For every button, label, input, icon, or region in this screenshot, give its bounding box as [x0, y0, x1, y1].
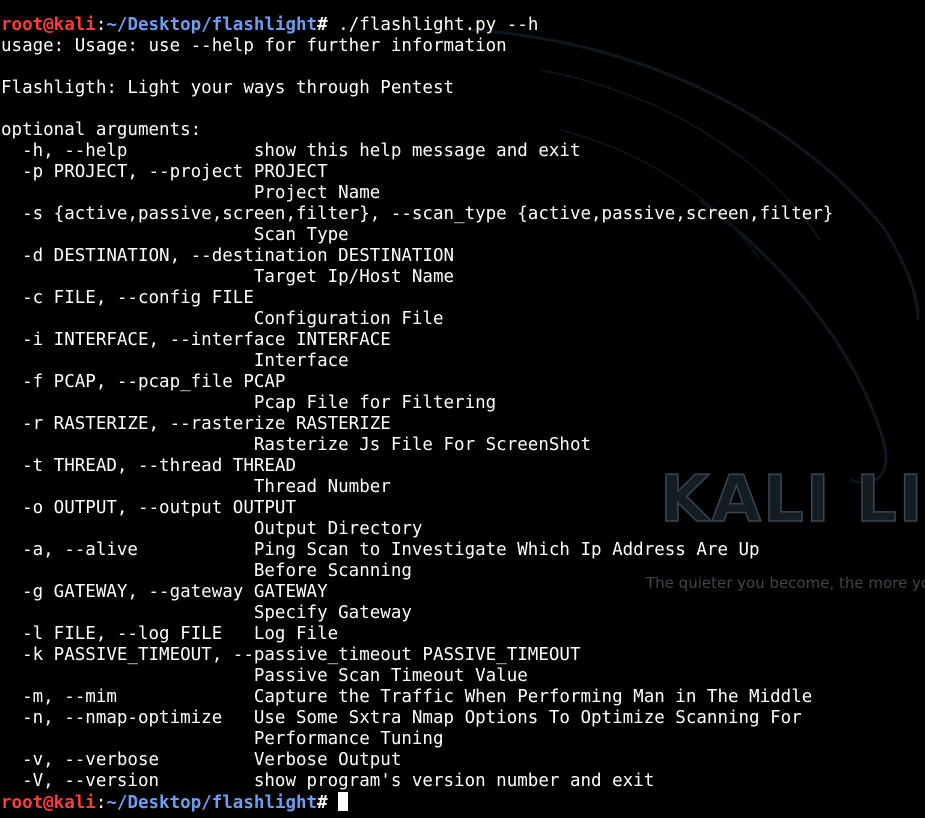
output-line: Rasterize Js File For ScreenShot [1, 435, 592, 455]
prompt-symbol: # [317, 793, 339, 813]
terminal-output: root@kali:~/Desktop/flashlight# ./flashl… [1, 15, 833, 813]
output-line: Specify Gateway [1, 603, 412, 623]
output-line: Performance Tuning [1, 729, 444, 749]
prompt-separator: : [95, 15, 107, 35]
output-line: Scan Type [1, 225, 349, 245]
output-line: Target Ip/Host Name [1, 267, 455, 287]
output-line: Thread Number [1, 477, 391, 497]
prompt-path: ~/Desktop/flashlight [106, 793, 318, 813]
output-line: -l FILE, --log FILE Log File [1, 624, 339, 644]
output-line: -c FILE, --config FILE [1, 288, 254, 308]
output-line [1, 57, 833, 78]
output-line: -d DESTINATION, --destination DESTINATIO… [1, 246, 455, 266]
output-line: -m, --mim Capture the Traffic When Perfo… [1, 687, 813, 707]
output-line: -k PASSIVE_TIMEOUT, --passive_timeout PA… [1, 645, 581, 665]
output-line: -v, --verbose Verbose Output [1, 750, 402, 770]
output-line: -V, --version show program's version num… [1, 771, 655, 791]
output-line: -g GATEWAY, --gateway GATEWAY [1, 582, 328, 602]
output-line: -f PCAP, --pcap_file PCAP [1, 372, 286, 392]
output-line: Flashligth: Light your ways through Pent… [1, 78, 455, 98]
output-line: Project Name [1, 183, 381, 203]
output-line [1, 99, 833, 120]
output-line: -h, --help show this help message and ex… [1, 141, 581, 161]
output-line: -p PROJECT, --project PROJECT [1, 162, 328, 182]
prompt-user-host: root@kali [1, 793, 96, 813]
output-line: -r RASTERIZE, --rasterize RASTERIZE [1, 414, 391, 434]
output-line: Passive Scan Timeout Value [1, 666, 528, 686]
prompt-path: ~/Desktop/flashlight [106, 15, 318, 35]
output-line: usage: Usage: use --help for further inf… [1, 36, 507, 56]
output-line: -t THREAD, --thread THREAD [1, 456, 297, 476]
output-line: -n, --nmap-optimize Use Some Sxtra Nmap … [1, 708, 802, 728]
output-line: Pcap File for Filtering [1, 393, 497, 413]
prompt-line[interactable]: root@kali:~/Desktop/flashlight# [1, 792, 833, 813]
prompt-user-host: root@kali [1, 15, 96, 35]
output-line: Interface [1, 351, 349, 371]
output-line: Before Scanning [1, 561, 412, 581]
output-line: Output Directory [1, 519, 423, 539]
output-line: -a, --alive Ping Scan to Investigate Whi… [1, 540, 760, 560]
command-text: ./flashlight.py --h [338, 15, 539, 35]
command-line: root@kali:~/Desktop/flashlight# ./flashl… [1, 15, 833, 36]
output-line: -o OUTPUT, --output OUTPUT [1, 498, 297, 518]
terminal-window[interactable]: KALI LIN The quieter you become, the mor… [0, 0, 925, 818]
output-line: optional arguments: [1, 120, 202, 140]
output-line: Configuration File [1, 309, 444, 329]
prompt-symbol: # [317, 15, 339, 35]
text-cursor[interactable] [338, 792, 349, 811]
output-line: -i INTERFACE, --interface INTERFACE [1, 330, 391, 350]
prompt-separator: : [95, 793, 107, 813]
output-line: -s {active,passive,screen,filter}, --sca… [1, 204, 834, 224]
